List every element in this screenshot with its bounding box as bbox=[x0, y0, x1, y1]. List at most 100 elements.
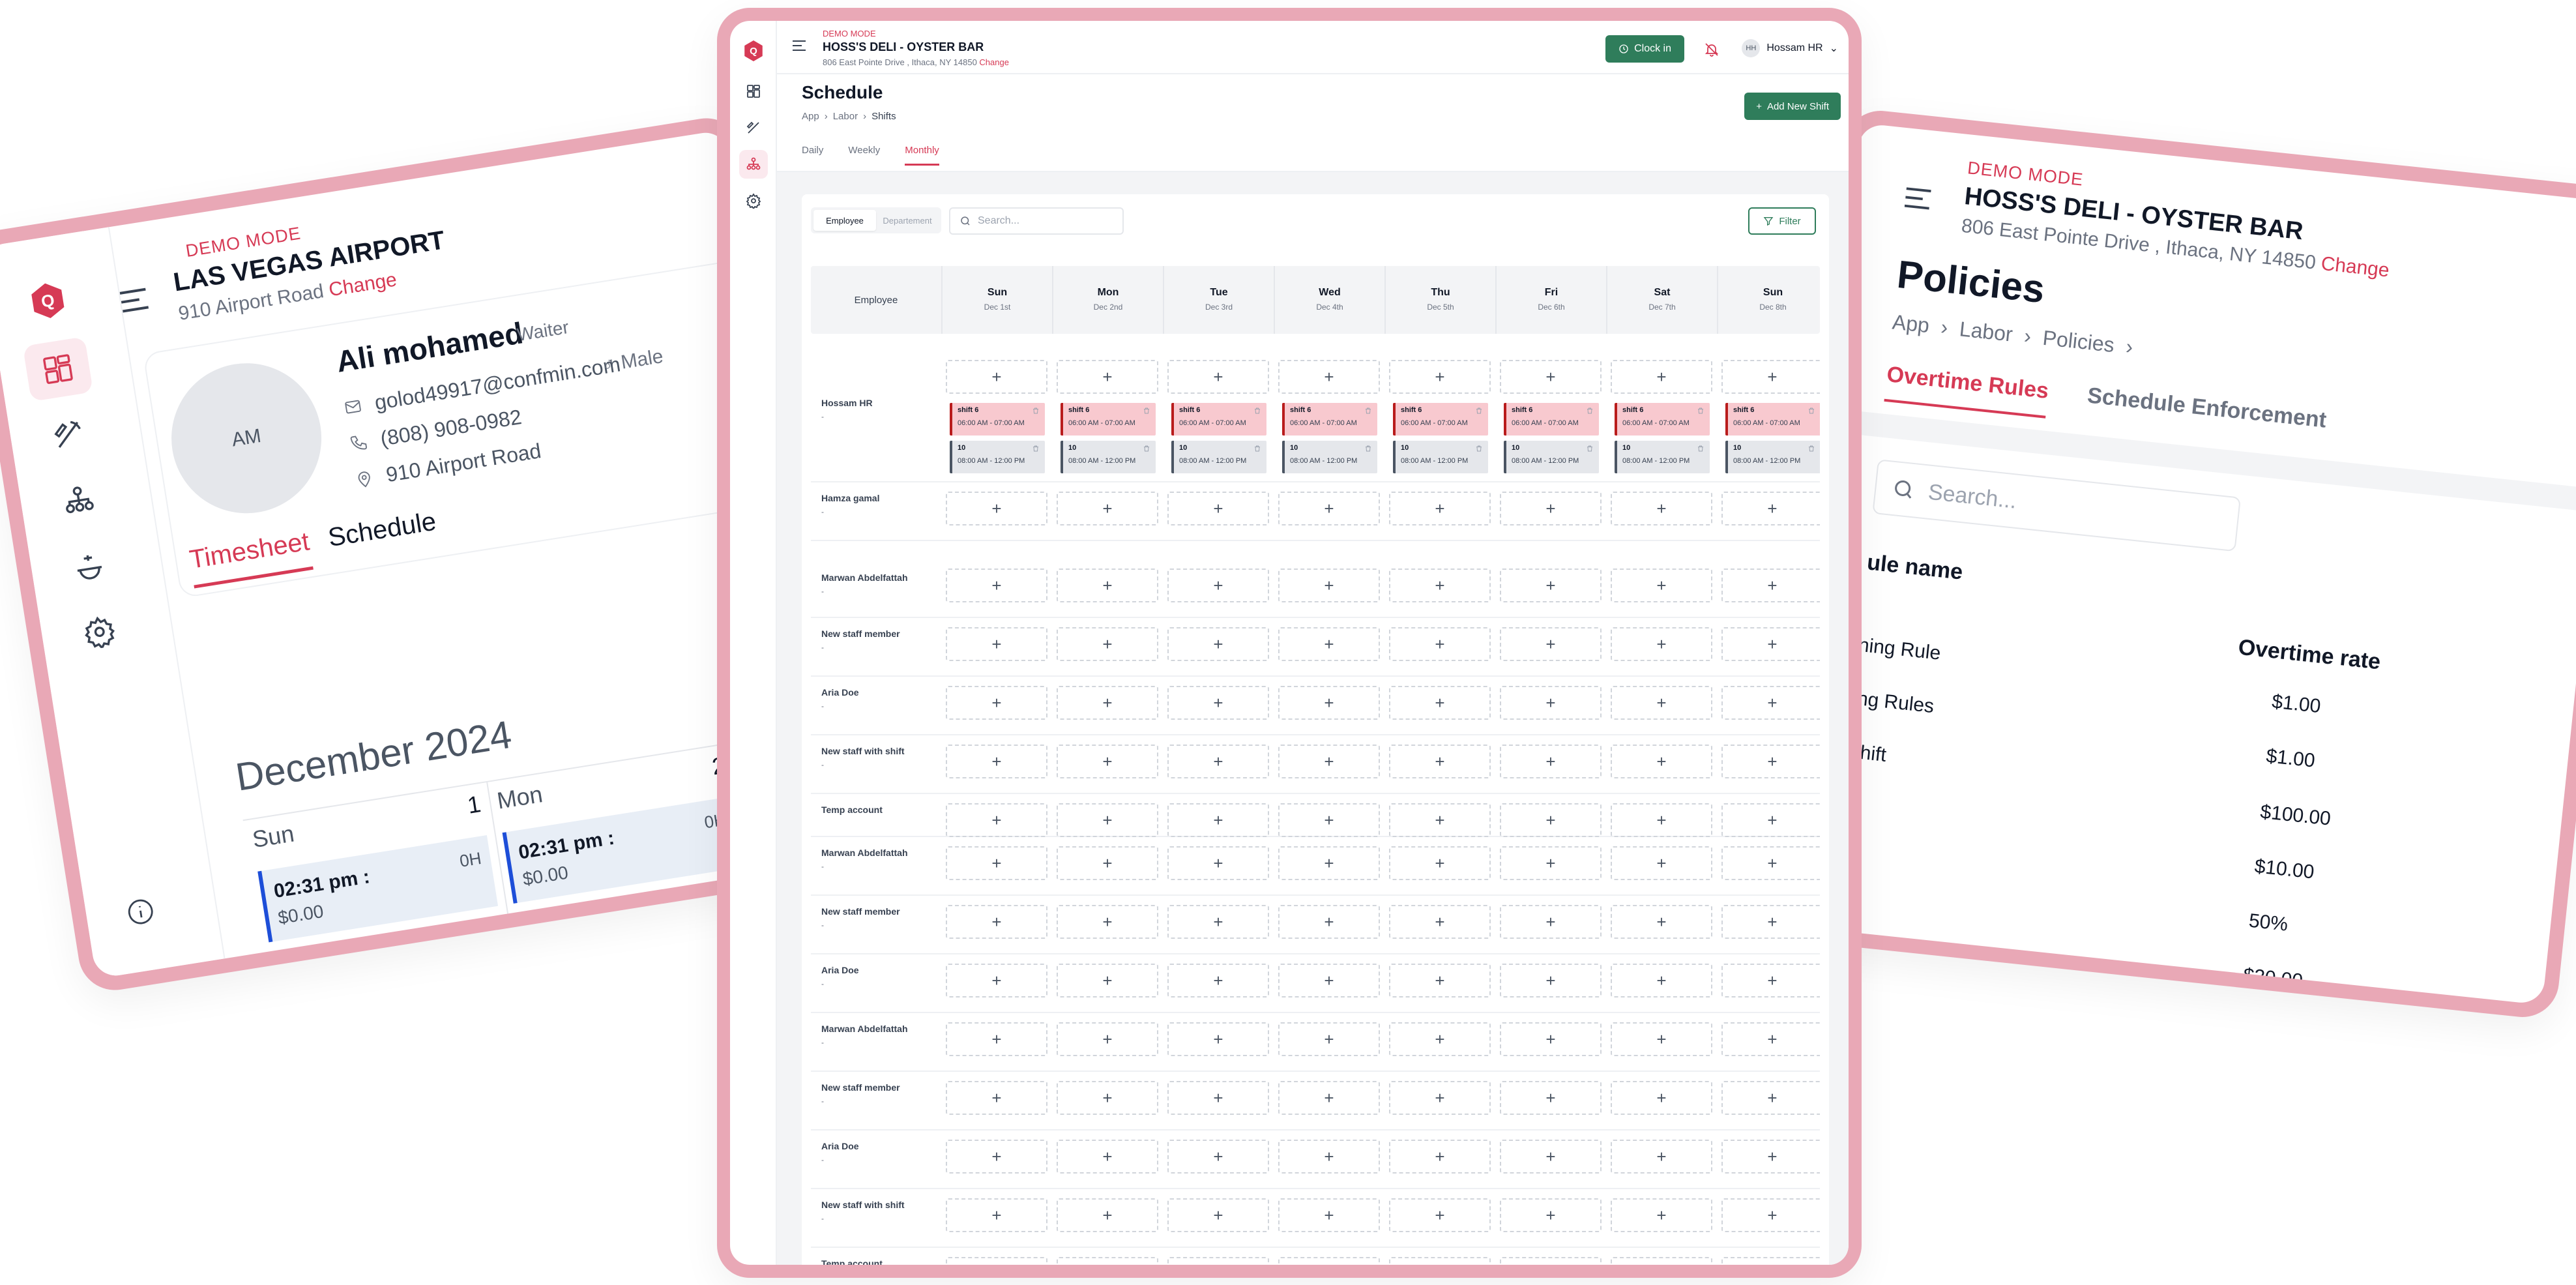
timesheet-entry[interactable]: 02:31 pm : $0.00 0H bbox=[257, 835, 499, 943]
add-shift-slot[interactable]: + bbox=[1500, 803, 1602, 837]
shift-card[interactable]: 10 08:00 AM - 12:00 PM bbox=[1282, 441, 1377, 473]
dish-icon[interactable] bbox=[54, 533, 124, 598]
add-shift-slot[interactable]: + bbox=[1611, 964, 1712, 997]
notifications-off-icon[interactable] bbox=[1704, 42, 1720, 57]
menu-food-icon[interactable] bbox=[739, 113, 768, 142]
trash-icon[interactable] bbox=[1586, 406, 1594, 414]
add-shift-slot[interactable]: + bbox=[1278, 964, 1380, 997]
add-shift-slot[interactable]: + bbox=[1500, 627, 1602, 661]
add-shift-slot[interactable]: + bbox=[1057, 492, 1158, 525]
add-shift-slot[interactable]: + bbox=[946, 569, 1047, 602]
add-shift-slot[interactable]: + bbox=[1278, 1022, 1380, 1056]
trash-icon[interactable] bbox=[1143, 444, 1150, 452]
tab-schedule[interactable]: Schedule bbox=[326, 507, 440, 567]
trash-icon[interactable] bbox=[1808, 444, 1815, 452]
dashboard-icon[interactable] bbox=[739, 77, 768, 106]
add-shift-slot[interactable]: + bbox=[1278, 1257, 1380, 1265]
add-shift-slot[interactable]: + bbox=[1721, 905, 1820, 939]
trash-icon[interactable] bbox=[1253, 406, 1261, 414]
settings-icon[interactable] bbox=[65, 599, 135, 664]
add-shift-slot[interactable]: + bbox=[1389, 360, 1491, 394]
add-shift-slot[interactable]: + bbox=[1500, 905, 1602, 939]
add-shift-slot[interactable]: + bbox=[1389, 1257, 1491, 1265]
add-shift-slot[interactable]: + bbox=[1057, 627, 1158, 661]
tab-daily[interactable]: Daily bbox=[802, 145, 823, 166]
add-shift-slot[interactable]: + bbox=[1500, 1140, 1602, 1174]
menu-icon[interactable] bbox=[119, 288, 149, 314]
add-shift-slot[interactable]: + bbox=[1721, 627, 1820, 661]
trash-icon[interactable] bbox=[1364, 406, 1372, 414]
toggle-employee[interactable]: Employee bbox=[813, 210, 876, 231]
add-shift-slot[interactable]: + bbox=[1278, 1140, 1380, 1174]
add-shift-slot[interactable]: + bbox=[1721, 492, 1820, 525]
add-shift-slot[interactable]: + bbox=[1057, 803, 1158, 837]
add-shift-slot[interactable]: + bbox=[1057, 1198, 1158, 1232]
menu-icon[interactable] bbox=[1904, 187, 1931, 211]
add-shift-slot[interactable]: + bbox=[1611, 492, 1712, 525]
shift-card[interactable]: 10 08:00 AM - 12:00 PM bbox=[1061, 441, 1156, 473]
timesheet-entry[interactable]: 02:31 pm : $0.00 0H bbox=[502, 796, 743, 904]
add-shift-slot[interactable]: + bbox=[946, 1081, 1047, 1115]
add-shift-slot[interactable]: + bbox=[1389, 1022, 1491, 1056]
add-shift-slot[interactable]: + bbox=[1057, 360, 1158, 394]
add-shift-slot[interactable]: + bbox=[1389, 686, 1491, 720]
add-shift-slot[interactable]: + bbox=[1278, 1198, 1380, 1232]
add-shift-slot[interactable]: + bbox=[1389, 745, 1491, 778]
add-shift-slot[interactable]: + bbox=[1500, 360, 1602, 394]
add-shift-slot[interactable]: + bbox=[1721, 686, 1820, 720]
change-link[interactable]: Change bbox=[327, 269, 398, 301]
add-shift-slot[interactable]: + bbox=[1611, 745, 1712, 778]
add-shift-slot[interactable]: + bbox=[1611, 686, 1712, 720]
add-shift-slot[interactable]: + bbox=[1611, 1022, 1712, 1056]
add-shift-slot[interactable]: + bbox=[1389, 846, 1491, 880]
shift-card[interactable]: shift 6 06:00 AM - 07:00 AM bbox=[1061, 403, 1156, 436]
search-input[interactable]: Search... bbox=[949, 207, 1124, 235]
tab-timesheet[interactable]: Timesheet bbox=[187, 527, 314, 589]
add-shift-slot[interactable]: + bbox=[1167, 1022, 1269, 1056]
trash-icon[interactable] bbox=[1253, 444, 1261, 452]
add-shift-slot[interactable]: + bbox=[1057, 1140, 1158, 1174]
add-shift-slot[interactable]: + bbox=[1278, 627, 1380, 661]
add-shift-slot[interactable]: + bbox=[1721, 803, 1820, 837]
add-shift-slot[interactable]: + bbox=[946, 1140, 1047, 1174]
add-shift-slot[interactable]: + bbox=[1057, 846, 1158, 880]
add-shift-slot[interactable]: + bbox=[1278, 686, 1380, 720]
add-shift-slot[interactable]: + bbox=[1611, 846, 1712, 880]
add-shift-slot[interactable]: + bbox=[1721, 569, 1820, 602]
add-shift-slot[interactable]: + bbox=[1167, 492, 1269, 525]
add-shift-slot[interactable]: + bbox=[1167, 569, 1269, 602]
add-shift-slot[interactable]: + bbox=[1057, 1022, 1158, 1056]
add-shift-slot[interactable]: + bbox=[1057, 745, 1158, 778]
shift-card[interactable]: 10 08:00 AM - 12:00 PM bbox=[1725, 441, 1820, 473]
info-icon[interactable] bbox=[125, 896, 156, 928]
add-shift-slot[interactable]: + bbox=[1721, 1081, 1820, 1115]
add-shift-slot[interactable]: + bbox=[1278, 803, 1380, 837]
trash-icon[interactable] bbox=[1697, 444, 1705, 452]
add-shift-slot[interactable]: + bbox=[1278, 905, 1380, 939]
add-shift-slot[interactable]: + bbox=[1721, 1257, 1820, 1265]
add-shift-slot[interactable]: + bbox=[1500, 1198, 1602, 1232]
add-shift-slot[interactable]: + bbox=[1611, 569, 1712, 602]
tab-weekly[interactable]: Weekly bbox=[848, 145, 880, 166]
trash-icon[interactable] bbox=[1143, 406, 1150, 414]
add-shift-slot[interactable]: + bbox=[1167, 803, 1269, 837]
add-shift-slot[interactable]: + bbox=[1057, 1257, 1158, 1265]
add-shift-slot[interactable]: + bbox=[946, 905, 1047, 939]
shift-card[interactable]: 10 08:00 AM - 12:00 PM bbox=[1393, 441, 1488, 473]
user-menu[interactable]: HH Hossam HR ⌄ bbox=[1742, 39, 1838, 57]
clock-in-button[interactable]: Clock in bbox=[1605, 35, 1684, 63]
filter-button[interactable]: Filter bbox=[1748, 207, 1816, 235]
add-shift-slot[interactable]: + bbox=[1167, 686, 1269, 720]
add-shift-slot[interactable]: + bbox=[946, 1257, 1047, 1265]
add-shift-slot[interactable]: + bbox=[1167, 1198, 1269, 1232]
add-shift-slot[interactable]: + bbox=[1389, 803, 1491, 837]
add-shift-slot[interactable]: + bbox=[1167, 360, 1269, 394]
add-shift-slot[interactable]: + bbox=[1500, 1257, 1602, 1265]
shift-card[interactable]: shift 6 06:00 AM - 07:00 AM bbox=[950, 403, 1045, 436]
add-shift-slot[interactable]: + bbox=[946, 492, 1047, 525]
tab-overtime-rules[interactable]: Overtime Rules bbox=[1884, 362, 2050, 419]
add-shift-slot[interactable]: + bbox=[1167, 1140, 1269, 1174]
add-shift-slot[interactable]: + bbox=[1057, 964, 1158, 997]
menu-food-icon[interactable] bbox=[33, 402, 104, 467]
menu-icon[interactable] bbox=[793, 40, 806, 51]
